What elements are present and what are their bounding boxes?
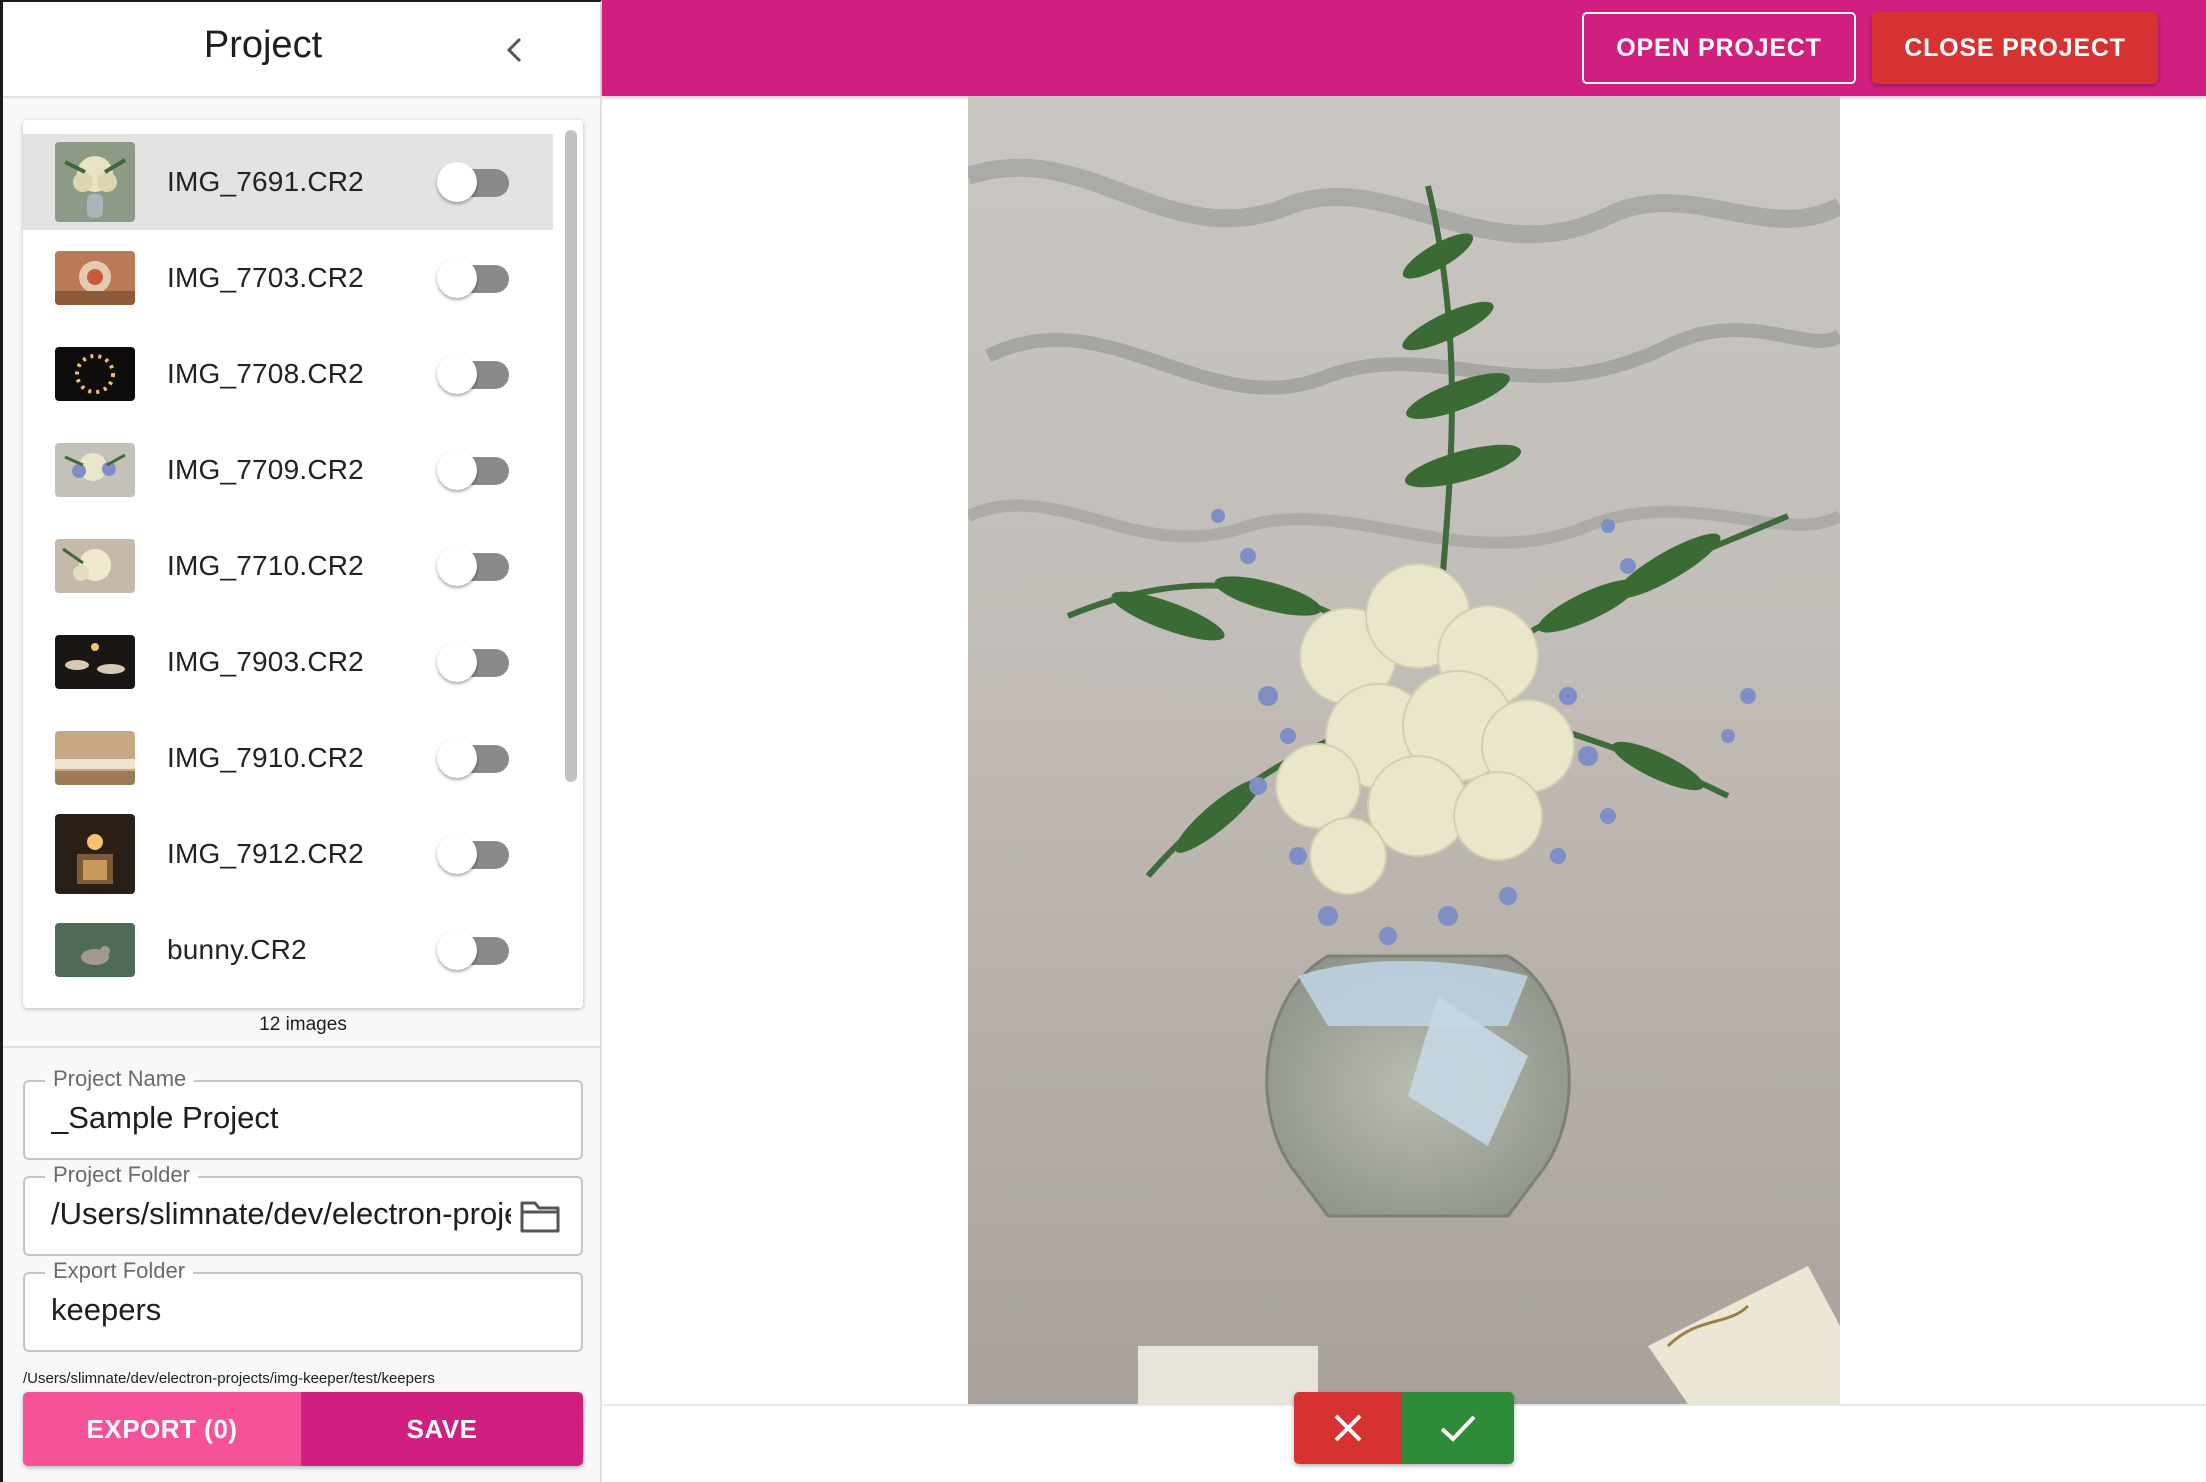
- image-list-item[interactable]: IMG_7912.CR2: [23, 806, 553, 902]
- image-list-item[interactable]: IMG_7910.CR2: [23, 710, 553, 806]
- image-filename: IMG_7710.CR2: [167, 550, 364, 581]
- image-list-item[interactable]: IMG_7691.CR2: [23, 134, 553, 230]
- project-name-label: Project Name: [45, 1066, 195, 1092]
- project-name-input[interactable]: [51, 1100, 511, 1136]
- toggle-knob: [437, 450, 477, 490]
- image-filename: IMG_7708.CR2: [167, 358, 364, 389]
- image-filename: IMG_7910.CR2: [167, 742, 364, 773]
- image-thumbnail: [55, 718, 135, 798]
- decision-buttons: [1294, 1392, 1514, 1464]
- reject-button[interactable]: [1294, 1392, 1402, 1464]
- toggle-knob: [437, 546, 477, 586]
- keep-toggle[interactable]: [437, 450, 517, 490]
- project-folder-input[interactable]: [51, 1196, 511, 1232]
- keep-toggle[interactable]: [437, 162, 517, 202]
- image-thumbnail: [55, 910, 135, 990]
- image-list-scrollbar[interactable]: [561, 124, 579, 1004]
- keep-toggle[interactable]: [437, 834, 517, 874]
- image-list-item[interactable]: IMG_7709.CR2: [23, 422, 553, 518]
- toggle-knob: [437, 354, 477, 394]
- keep-toggle[interactable]: [437, 258, 517, 298]
- image-thumbnail: [55, 430, 135, 510]
- export-folder-label: Export Folder: [45, 1258, 194, 1284]
- image-list-item[interactable]: IMG_7710.CR2: [23, 518, 553, 614]
- toggle-knob: [437, 258, 477, 298]
- image-filename: IMG_7903.CR2: [167, 646, 364, 677]
- image-filename: IMG_7912.CR2: [167, 838, 364, 869]
- export-button[interactable]: EXPORT (0): [23, 1392, 301, 1466]
- project-folder-label: Project Folder: [45, 1162, 198, 1188]
- image-list-item[interactable]: IMG_7903.CR2: [23, 614, 553, 710]
- open-project-button[interactable]: OPEN PROJECT: [1582, 12, 1856, 84]
- image-filename: bunny.CR2: [167, 934, 307, 965]
- close-icon: [1334, 1414, 1362, 1442]
- image-list-item[interactable]: IMG_7703.CR2: [23, 230, 553, 326]
- image-preview: [968, 96, 1840, 1404]
- flower-arrangement-photo: [968, 96, 1840, 1404]
- image-thumbnail: [55, 334, 135, 414]
- toggle-knob: [437, 930, 477, 970]
- folder-icon: [520, 1201, 560, 1233]
- image-list-item[interactable]: bunny.CR2: [23, 902, 553, 998]
- image-filename: IMG_7709.CR2: [167, 454, 364, 485]
- image-thumbnail: [55, 622, 135, 702]
- browse-folder-button[interactable]: [519, 1198, 561, 1236]
- image-thumbnail: [55, 814, 135, 894]
- image-thumbnail: [55, 526, 135, 606]
- image-list-item[interactable]: IMG_7708.CR2: [23, 326, 553, 422]
- divider: [3, 1046, 600, 1048]
- save-button[interactable]: SAVE: [301, 1392, 583, 1466]
- export-folder-field[interactable]: Export Folder: [23, 1258, 583, 1352]
- check-icon: [1440, 1415, 1476, 1442]
- keep-toggle[interactable]: [437, 738, 517, 778]
- project-folder-field[interactable]: Project Folder: [23, 1162, 583, 1256]
- keep-toggle[interactable]: [437, 354, 517, 394]
- keep-toggle[interactable]: [437, 642, 517, 682]
- image-thumbnail: [55, 142, 135, 222]
- image-filename: IMG_7703.CR2: [167, 262, 364, 293]
- image-count: 12 images: [259, 1014, 347, 1035]
- image-list-card: IMG_7691.CR2 IMG_7703.CR2 IMG_7708.CR2 IMG_…: [23, 120, 583, 1008]
- close-project-button[interactable]: CLOSE PROJECT: [1872, 12, 2158, 84]
- chevron-left-icon: [506, 37, 522, 63]
- image-filename: IMG_7691.CR2: [167, 166, 364, 197]
- keep-toggle[interactable]: [437, 930, 517, 970]
- toggle-knob: [437, 162, 477, 202]
- keep-toggle[interactable]: [437, 546, 517, 586]
- project-sidebar: Project IMG_7691.CR2 IMG_7703.CR2 IMG_7708…: [0, 0, 602, 1482]
- toggle-knob: [437, 642, 477, 682]
- sidebar-actions: EXPORT (0) SAVE: [23, 1392, 583, 1466]
- top-app-bar: OPEN PROJECT CLOSE PROJECT: [602, 0, 2206, 96]
- sidebar-title: Project: [203, 24, 323, 66]
- collapse-sidebar-button[interactable]: [491, 26, 539, 74]
- export-path: /Users/slimnate/dev/electron-projects/im…: [23, 1370, 435, 1387]
- export-folder-input[interactable]: [51, 1292, 511, 1328]
- scrollbar-thumb[interactable]: [565, 130, 577, 782]
- toggle-knob: [437, 738, 477, 778]
- accept-button[interactable]: [1402, 1392, 1514, 1464]
- sidebar-header: Project: [3, 2, 600, 98]
- project-name-field[interactable]: Project Name: [23, 1066, 583, 1160]
- image-list: IMG_7691.CR2 IMG_7703.CR2 IMG_7708.CR2 IMG_…: [23, 134, 553, 998]
- image-thumbnail: [55, 238, 135, 318]
- toggle-knob: [437, 834, 477, 874]
